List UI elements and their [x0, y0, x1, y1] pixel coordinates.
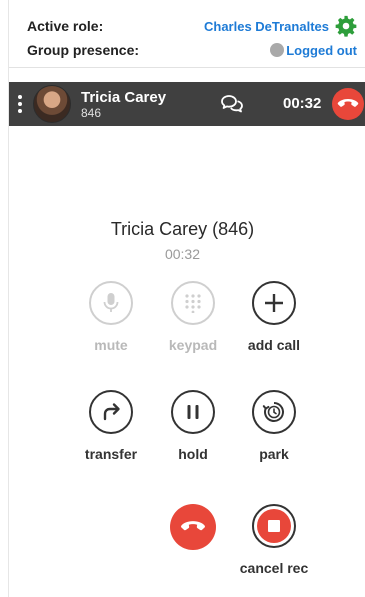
call-bar-hangup-button[interactable]	[332, 88, 364, 120]
keypad-button[interactable]: keypad	[153, 281, 233, 353]
add-call-button[interactable]: add call	[234, 281, 314, 353]
plus-icon	[265, 294, 283, 312]
cancel-rec-label: cancel rec	[239, 560, 309, 576]
call-bar-extension: 846	[81, 105, 102, 120]
chat-icon[interactable]	[220, 93, 244, 115]
header-divider	[9, 67, 365, 68]
keypad-icon	[185, 294, 201, 313]
call-bar-timer: 00:32	[283, 95, 322, 112]
more-options-icon[interactable]	[13, 95, 27, 113]
presence-status-dot	[270, 43, 285, 57]
hangup-icon	[337, 99, 359, 107]
pause-icon	[187, 405, 199, 419]
park-label: park	[259, 446, 289, 462]
transfer-button[interactable]: transfer	[71, 390, 151, 462]
call-timer: 00:32	[164, 246, 201, 262]
microphone-icon	[103, 293, 119, 312]
active-role-label: Active role:	[27, 18, 104, 34]
presence-selector[interactable]: Logged out	[270, 43, 357, 58]
hold-label: hold	[178, 446, 208, 462]
avatar	[33, 85, 71, 123]
active-call-bar[interactable]: Tricia Carey 846 00:32	[9, 82, 365, 126]
mute-button[interactable]: mute	[71, 281, 151, 353]
mute-label: mute	[94, 337, 128, 353]
active-role-user-link[interactable]: Charles DeTranaltes	[204, 19, 329, 34]
transfer-label: transfer	[84, 446, 138, 462]
hangup-button[interactable]	[170, 504, 216, 550]
hold-button[interactable]: hold	[153, 390, 233, 462]
park-button[interactable]: park	[234, 390, 314, 462]
add-call-label: add call	[247, 337, 301, 353]
group-presence-label: Group presence:	[27, 42, 140, 58]
transfer-arrow-icon	[103, 403, 120, 421]
keypad-label: keypad	[168, 337, 218, 353]
presence-status-text[interactable]: Logged out	[286, 43, 357, 58]
gear-icon[interactable]	[335, 15, 357, 37]
caller-name: Tricia Carey (846)	[110, 219, 255, 239]
cancel-rec-button[interactable]: cancel rec	[234, 504, 314, 576]
clock-icon	[262, 402, 284, 422]
active-role-row: Active role: Charles DeTranaltes	[27, 15, 357, 37]
group-presence-row: Group presence: Logged out	[27, 40, 357, 60]
hangup-icon	[181, 521, 205, 531]
stop-record-icon	[257, 509, 291, 543]
call-bar-caller-name: Tricia Carey	[81, 88, 167, 106]
